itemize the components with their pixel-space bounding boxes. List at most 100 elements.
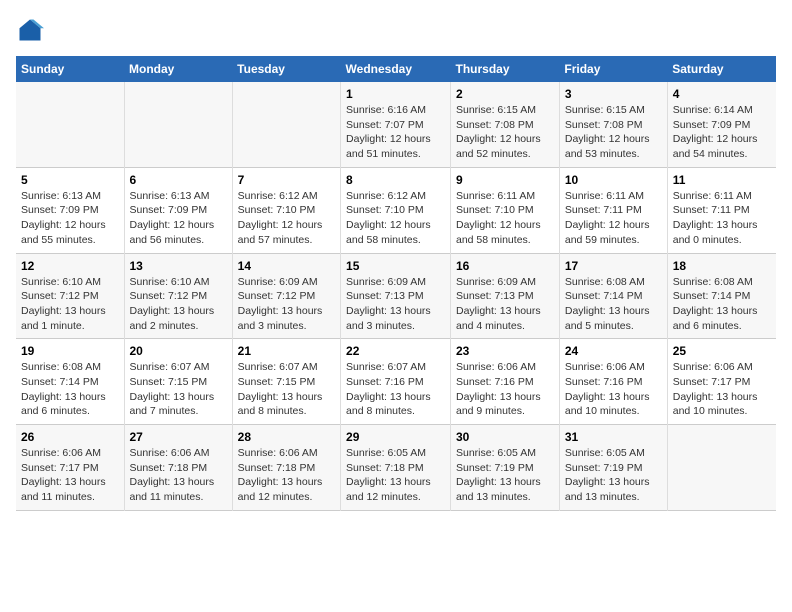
day-number: 4 [673,87,771,101]
calendar-cell: 26 Sunrise: 6:06 AM Sunset: 7:17 PM Dayli… [16,425,124,511]
calendar-week-row: 12 Sunrise: 6:10 AM Sunset: 7:12 PM Dayli… [16,253,776,339]
day-info: Sunrise: 6:07 AM Sunset: 7:16 PM Dayligh… [346,360,445,419]
day-info: Sunrise: 6:09 AM Sunset: 7:12 PM Dayligh… [238,275,335,334]
day-number: 8 [346,173,445,187]
calendar-cell: 15Sunrise: 6:09 AM Sunset: 7:13 PM Dayli… [341,253,451,339]
calendar-cell: 2 Sunrise: 6:15 AM Sunset: 7:08 PM Daylig… [450,82,559,167]
day-number: 29 [346,430,445,444]
day-number: 27 [130,430,227,444]
day-info: Sunrise: 6:10 AM Sunset: 7:12 PM Dayligh… [21,275,119,334]
day-info: Sunrise: 6:08 AM Sunset: 7:14 PM Dayligh… [673,275,771,334]
calendar-cell: 1 Sunrise: 6:16 AM Sunset: 7:07 PM Daylig… [341,82,451,167]
calendar-cell: 3 Sunrise: 6:15 AM Sunset: 7:08 PM Daylig… [559,82,667,167]
weekday-header-thursday: Thursday [450,56,559,82]
calendar-cell [667,425,776,511]
weekday-header-friday: Friday [559,56,667,82]
calendar-cell: 5 Sunrise: 6:13 AM Sunset: 7:09 PM Daylig… [16,167,124,253]
day-number: 16 [456,259,554,273]
day-number: 17 [565,259,662,273]
day-info: Sunrise: 6:13 AM Sunset: 7:09 PM Dayligh… [21,189,119,248]
calendar-cell [16,82,124,167]
calendar-cell: 7Sunrise: 6:12 AM Sunset: 7:10 PM Daylig… [232,167,340,253]
day-info: Sunrise: 6:06 AM Sunset: 7:17 PM Dayligh… [21,446,119,505]
day-number: 19 [21,344,119,358]
calendar-cell: 17Sunrise: 6:08 AM Sunset: 7:14 PM Dayli… [559,253,667,339]
day-number: 9 [456,173,554,187]
day-number: 11 [673,173,771,187]
calendar-cell: 19 Sunrise: 6:08 AM Sunset: 7:14 PM Dayli… [16,339,124,425]
day-number: 7 [238,173,335,187]
logo-icon [16,16,44,44]
day-number: 28 [238,430,335,444]
day-number: 5 [21,173,119,187]
day-info: Sunrise: 6:16 AM Sunset: 7:07 PM Dayligh… [346,103,445,162]
day-info: Sunrise: 6:09 AM Sunset: 7:13 PM Dayligh… [456,275,554,334]
day-number: 18 [673,259,771,273]
calendar-cell: 31Sunrise: 6:05 AM Sunset: 7:19 PM Dayli… [559,425,667,511]
day-info: Sunrise: 6:11 AM Sunset: 7:11 PM Dayligh… [673,189,771,248]
day-number: 20 [130,344,227,358]
calendar-cell: 14 Sunrise: 6:09 AM Sunset: 7:12 PM Dayli… [232,253,340,339]
day-info: Sunrise: 6:06 AM Sunset: 7:18 PM Dayligh… [130,446,227,505]
calendar-week-row: 5 Sunrise: 6:13 AM Sunset: 7:09 PM Daylig… [16,167,776,253]
day-number: 31 [565,430,662,444]
day-number: 21 [238,344,335,358]
calendar-cell: 24 Sunrise: 6:06 AM Sunset: 7:16 PM Dayli… [559,339,667,425]
day-info: Sunrise: 6:14 AM Sunset: 7:09 PM Dayligh… [673,103,771,162]
calendar-cell: 30Sunrise: 6:05 AM Sunset: 7:19 PM Dayli… [450,425,559,511]
day-info: Sunrise: 6:05 AM Sunset: 7:19 PM Dayligh… [456,446,554,505]
weekday-header-saturday: Saturday [667,56,776,82]
day-info: Sunrise: 6:07 AM Sunset: 7:15 PM Dayligh… [238,360,335,419]
calendar-cell: 23Sunrise: 6:06 AM Sunset: 7:16 PM Dayli… [450,339,559,425]
day-number: 26 [21,430,119,444]
calendar-week-row: 26 Sunrise: 6:06 AM Sunset: 7:17 PM Dayli… [16,425,776,511]
calendar-cell: 4 Sunrise: 6:14 AM Sunset: 7:09 PM Daylig… [667,82,776,167]
day-info: Sunrise: 6:11 AM Sunset: 7:11 PM Dayligh… [565,189,662,248]
calendar-cell: 6Sunrise: 6:13 AM Sunset: 7:09 PM Daylig… [124,167,232,253]
weekday-header-tuesday: Tuesday [232,56,340,82]
calendar-cell: 18 Sunrise: 6:08 AM Sunset: 7:14 PM Dayli… [667,253,776,339]
calendar-cell: 10Sunrise: 6:11 AM Sunset: 7:11 PM Dayli… [559,167,667,253]
day-info: Sunrise: 6:15 AM Sunset: 7:08 PM Dayligh… [456,103,554,162]
day-number: 15 [346,259,445,273]
day-number: 3 [565,87,662,101]
weekday-header-monday: Monday [124,56,232,82]
calendar-cell: 8 Sunrise: 6:12 AM Sunset: 7:10 PM Daylig… [341,167,451,253]
calendar-cell: 11 Sunrise: 6:11 AM Sunset: 7:11 PM Dayli… [667,167,776,253]
day-number: 14 [238,259,335,273]
calendar-body: 1 Sunrise: 6:16 AM Sunset: 7:07 PM Daylig… [16,82,776,510]
day-number: 24 [565,344,662,358]
page-header [16,16,776,44]
logo [16,16,48,44]
calendar-table: SundayMondayTuesdayWednesdayThursdayFrid… [16,56,776,511]
weekday-header-row: SundayMondayTuesdayWednesdayThursdayFrid… [16,56,776,82]
day-info: Sunrise: 6:13 AM Sunset: 7:09 PM Dayligh… [130,189,227,248]
calendar-cell: 16 Sunrise: 6:09 AM Sunset: 7:13 PM Dayli… [450,253,559,339]
calendar-cell: 21 Sunrise: 6:07 AM Sunset: 7:15 PM Dayli… [232,339,340,425]
calendar-cell: 9 Sunrise: 6:11 AM Sunset: 7:10 PM Daylig… [450,167,559,253]
calendar-cell: 28Sunrise: 6:06 AM Sunset: 7:18 PM Dayli… [232,425,340,511]
day-number: 1 [346,87,445,101]
day-number: 13 [130,259,227,273]
day-number: 12 [21,259,119,273]
day-number: 25 [673,344,771,358]
day-number: 22 [346,344,445,358]
day-info: Sunrise: 6:15 AM Sunset: 7:08 PM Dayligh… [565,103,662,162]
day-info: Sunrise: 6:08 AM Sunset: 7:14 PM Dayligh… [21,360,119,419]
weekday-header-wednesday: Wednesday [341,56,451,82]
calendar-cell: 22 Sunrise: 6:07 AM Sunset: 7:16 PM Dayli… [341,339,451,425]
weekday-header-sunday: Sunday [16,56,124,82]
calendar-week-row: 1 Sunrise: 6:16 AM Sunset: 7:07 PM Daylig… [16,82,776,167]
day-info: Sunrise: 6:07 AM Sunset: 7:15 PM Dayligh… [130,360,227,419]
day-info: Sunrise: 6:12 AM Sunset: 7:10 PM Dayligh… [346,189,445,248]
calendar-cell: 13Sunrise: 6:10 AM Sunset: 7:12 PM Dayli… [124,253,232,339]
calendar-week-row: 19 Sunrise: 6:08 AM Sunset: 7:14 PM Dayli… [16,339,776,425]
calendar-cell: 27 Sunrise: 6:06 AM Sunset: 7:18 PM Dayli… [124,425,232,511]
calendar-cell [232,82,340,167]
day-info: Sunrise: 6:06 AM Sunset: 7:16 PM Dayligh… [565,360,662,419]
calendar-cell: 29Sunrise: 6:05 AM Sunset: 7:18 PM Dayli… [341,425,451,511]
calendar-header: SundayMondayTuesdayWednesdayThursdayFrid… [16,56,776,82]
day-number: 2 [456,87,554,101]
calendar-cell: 20 Sunrise: 6:07 AM Sunset: 7:15 PM Dayli… [124,339,232,425]
day-info: Sunrise: 6:11 AM Sunset: 7:10 PM Dayligh… [456,189,554,248]
